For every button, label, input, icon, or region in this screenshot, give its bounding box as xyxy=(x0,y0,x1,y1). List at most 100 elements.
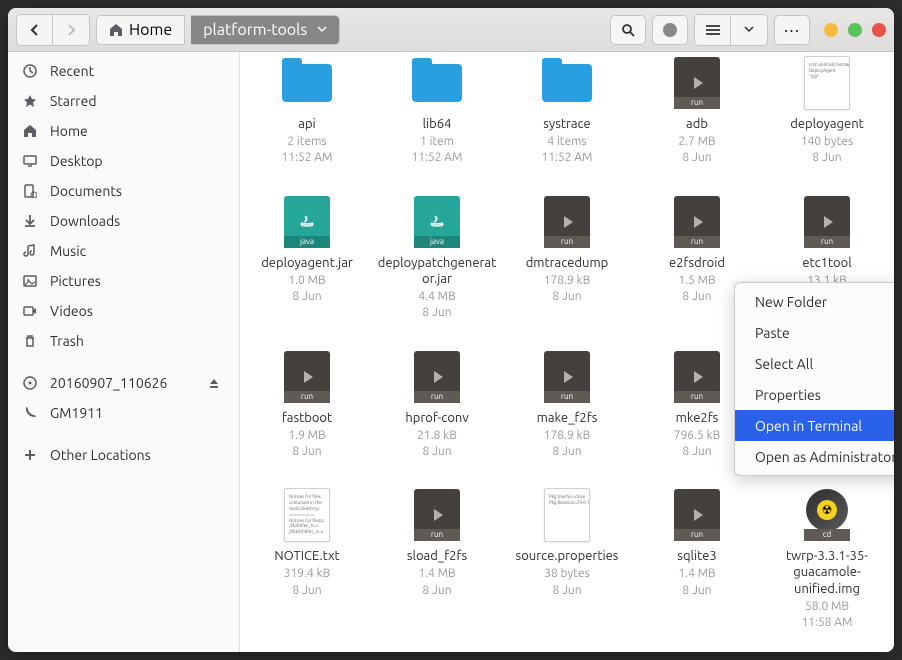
file-name: lib64 xyxy=(423,116,452,132)
file-thumbnail xyxy=(538,195,596,249)
sidebar-item-label: Home xyxy=(50,123,88,139)
breadcrumb-current-label: platform-tools xyxy=(203,21,307,39)
sidebar-item-other-locations[interactable]: Other Locations xyxy=(8,440,239,470)
file-item[interactable]: hprof-conv 21.8 kB8 Jun xyxy=(374,346,500,465)
file-item[interactable]: adb 2.7 MB8 Jun xyxy=(634,52,760,171)
file-name: sqlite3 xyxy=(677,548,716,564)
context-menu-label: Open in Terminal xyxy=(755,418,862,434)
context-menu-item-open-in-terminal[interactable]: Open in Terminal xyxy=(735,410,894,441)
file-thumbnail: com.android.fastdeploy DeployAgent "$@" xyxy=(798,56,856,110)
view-dropdown-button[interactable] xyxy=(731,15,767,45)
videos-icon xyxy=(22,304,38,318)
file-item[interactable]: systrace 4 items11:52 AM xyxy=(504,52,630,171)
file-thumbnail xyxy=(668,56,726,110)
close-button[interactable] xyxy=(872,23,886,37)
file-manager-window: Home platform-tools ··· Recent Starred Hom… xyxy=(8,8,894,652)
activity-button[interactable] xyxy=(652,15,688,45)
file-meta: 140 bytes8 Jun xyxy=(801,134,853,166)
context-menu: New FolderShift+Ctrl+NPasteCtrl+VSelect … xyxy=(734,282,894,476)
maximize-button[interactable] xyxy=(848,23,862,37)
file-thumbnail: Pkg.UserSrc=false Pkg.Revision=29.0.1 xyxy=(538,488,596,542)
context-menu-label: New Folder xyxy=(755,294,827,310)
context-menu-item-open-as-administrator[interactable]: Open as Administrator xyxy=(735,441,894,472)
sidebar-item-20160907_110626[interactable]: 20160907_110626 xyxy=(8,368,239,398)
context-menu-label: Paste xyxy=(755,325,790,341)
sidebar-item-videos[interactable]: Videos xyxy=(8,296,239,326)
search-button[interactable] xyxy=(610,15,646,45)
file-item[interactable]: lib64 1 item11:52 AM xyxy=(374,52,500,171)
file-thumbnail xyxy=(798,195,856,249)
file-name: adb xyxy=(686,116,708,132)
back-button[interactable] xyxy=(17,15,53,45)
context-menu-item-select-all[interactable]: Select AllCtrl+A xyxy=(735,348,894,379)
file-meta: 2 items11:52 AM xyxy=(281,134,332,166)
sidebar-item-home[interactable]: Home xyxy=(8,116,239,146)
file-item[interactable]: api 2 items11:52 AM xyxy=(244,52,370,171)
download-icon xyxy=(22,214,38,228)
file-meta: 796.5 kB8 Jun xyxy=(674,428,720,460)
file-thumbnail xyxy=(278,350,336,404)
eject-button[interactable] xyxy=(203,372,225,394)
forward-button[interactable] xyxy=(53,15,89,45)
sidebar-item-label: Starred xyxy=(50,93,97,109)
sidebar-item-downloads[interactable]: Downloads xyxy=(8,206,239,236)
file-name: api xyxy=(298,116,315,132)
context-menu-item-properties[interactable]: Properties xyxy=(735,379,894,410)
sidebar-item-gm1911[interactable]: GM1911 xyxy=(8,398,239,428)
file-name: make_f2fs xyxy=(537,410,598,426)
breadcrumb-current[interactable]: platform-tools xyxy=(191,15,340,45)
file-meta: 319.4 kB8 Jun xyxy=(284,566,330,598)
file-meta: 4.4 MB8 Jun xyxy=(418,289,455,321)
sidebar-item-label: Pictures xyxy=(50,273,101,289)
file-item[interactable]: Pkg.UserSrc=false Pkg.Revision=29.0.1 so… xyxy=(504,484,630,635)
sidebar-item-music[interactable]: Music xyxy=(8,236,239,266)
file-name: source.properties xyxy=(516,548,619,564)
sidebar-item-trash[interactable]: Trash xyxy=(8,326,239,356)
file-item[interactable]: fastboot 1.9 MB8 Jun xyxy=(244,346,370,465)
file-thumbnail xyxy=(668,488,726,542)
sidebar-item-recent[interactable]: Recent xyxy=(8,56,239,86)
file-meta: 1.0 MB8 Jun xyxy=(288,273,325,305)
file-item[interactable]: ☢cd twrp-3.3.1-35-guacamole-unified.img … xyxy=(764,484,890,635)
sidebar-item-documents[interactable]: Documents xyxy=(8,176,239,206)
file-meta: 21.8 kB8 Jun xyxy=(417,428,457,460)
minimize-button[interactable] xyxy=(824,23,838,37)
context-menu-item-paste[interactable]: PasteCtrl+V xyxy=(735,317,894,348)
file-content-area[interactable]: api 2 items11:52 AM lib64 1 item11:52 AM… xyxy=(240,52,894,652)
file-meta: 1.5 MB8 Jun xyxy=(678,273,715,305)
file-item[interactable]: sload_f2fs 1.4 MB8 Jun xyxy=(374,484,500,635)
file-item[interactable]: deployagent.jar 1.0 MB8 Jun xyxy=(244,191,370,326)
file-meta: 1.4 MB8 Jun xyxy=(418,566,455,598)
phone-icon xyxy=(22,406,38,420)
hamburger-menu-button[interactable]: ··· xyxy=(774,15,810,45)
sidebar-item-desktop[interactable]: Desktop xyxy=(8,146,239,176)
context-menu-item-new-folder[interactable]: New FolderShift+Ctrl+N xyxy=(735,286,894,317)
breadcrumb-home[interactable]: Home xyxy=(96,15,185,45)
file-name: NOTICE.txt xyxy=(274,548,339,564)
context-menu-label: Properties xyxy=(755,387,821,403)
file-item[interactable]: make_f2fs 178.9 kB8 Jun xyxy=(504,346,630,465)
view-mode-buttons xyxy=(694,14,768,46)
file-item[interactable]: sqlite3 1.4 MB8 Jun xyxy=(634,484,760,635)
file-thumbnail xyxy=(408,56,466,110)
sidebar-item-label: Documents xyxy=(50,183,122,199)
sidebar-item-starred[interactable]: Starred xyxy=(8,86,239,116)
file-thumbnail xyxy=(538,56,596,110)
file-name: hprof-conv xyxy=(405,410,468,426)
file-name: deployagent xyxy=(790,116,864,132)
file-thumbnail xyxy=(408,350,466,404)
sidebar-item-label: Trash xyxy=(50,333,84,349)
file-item[interactable]: deploypatchgenerator.jar 4.4 MB8 Jun xyxy=(374,191,500,326)
file-name: dmtracedump xyxy=(526,255,609,271)
file-meta: 178.9 kB8 Jun xyxy=(544,273,590,305)
file-item[interactable]: Notices for files contained in the tools… xyxy=(244,484,370,635)
sidebar-item-pictures[interactable]: Pictures xyxy=(8,266,239,296)
file-item[interactable]: dmtracedump 178.9 kB8 Jun xyxy=(504,191,630,326)
file-meta: 1.9 MB8 Jun xyxy=(288,428,325,460)
file-item[interactable]: com.android.fastdeploy DeployAgent "$@" … xyxy=(764,52,890,171)
file-meta: 4 items11:52 AM xyxy=(541,134,592,166)
chevron-down-icon xyxy=(317,26,327,34)
list-view-button[interactable] xyxy=(695,15,731,45)
file-thumbnail xyxy=(538,350,596,404)
file-thumbnail xyxy=(408,488,466,542)
